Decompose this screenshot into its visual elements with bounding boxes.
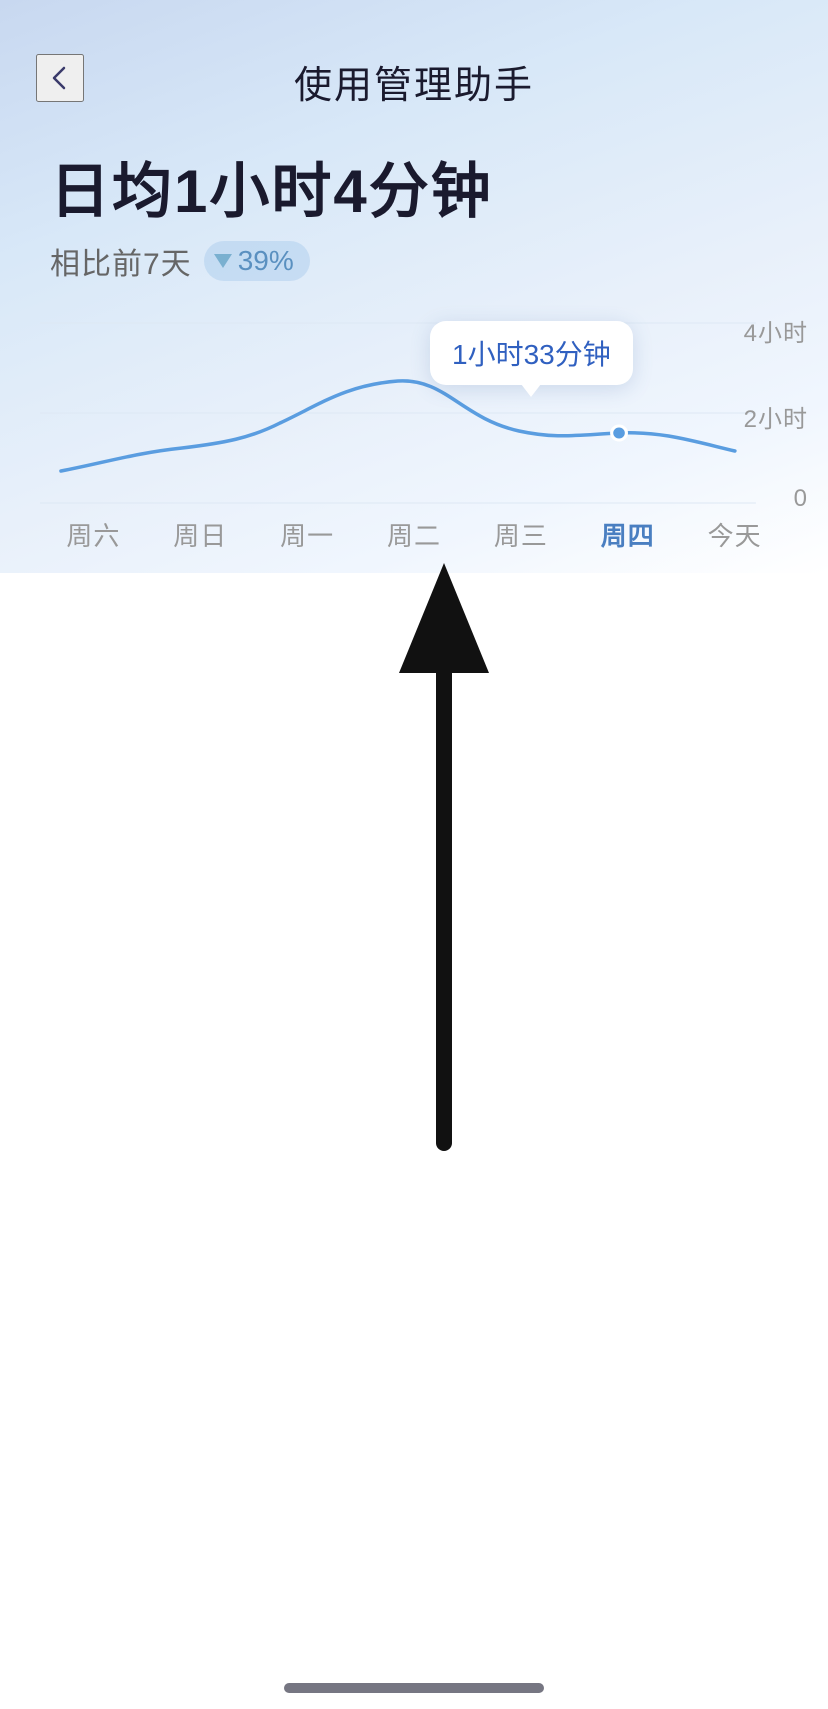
x-label-thu: 周四 — [574, 516, 681, 553]
page-title: 使用管理助手 — [294, 54, 534, 109]
x-label-sun: 周日 — [147, 516, 254, 553]
x-label-sat: 周六 — [40, 516, 147, 553]
comparison-badge: 39% — [204, 241, 310, 281]
trend-down-icon — [214, 254, 232, 268]
arrow-annotation-svg — [384, 543, 504, 1163]
x-label-today: 今天 — [681, 516, 788, 553]
nav-bar: 使用管理助手 — [0, 0, 828, 129]
arrow-annotation-container — [0, 573, 828, 1173]
daily-avg-title: 日均1小时4分钟 — [50, 159, 778, 225]
stats-section: 日均1小时4分钟 相比前7天 39% — [0, 129, 828, 293]
comparison-label: 相比前7天 — [50, 239, 192, 283]
back-icon — [46, 64, 74, 92]
back-button[interactable] — [36, 54, 84, 102]
content-section — [0, 573, 828, 1709]
comparison-row: 相比前7天 39% — [50, 239, 778, 283]
chart-line — [40, 323, 798, 503]
chart-svg-wrapper — [10, 323, 818, 508]
chart-section: 1小时33分钟 4小时 2小时 0 — [0, 293, 828, 573]
home-indicator — [284, 1683, 544, 1693]
x-label-mon: 周一 — [254, 516, 361, 553]
comparison-pct: 39% — [238, 245, 294, 277]
